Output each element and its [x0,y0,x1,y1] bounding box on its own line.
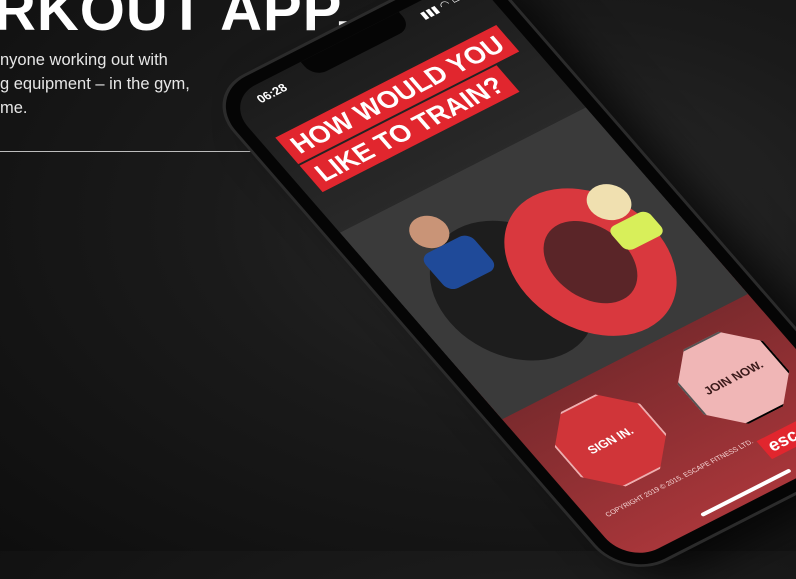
home-indicator[interactable] [699,468,792,517]
join-now-button[interactable]: JOIN NOW. [658,319,796,437]
phone-frame: 06:28 ▮▮▮ ◠ ▭ HOW WOULD YOU LIKE TO TRAI… [206,0,796,579]
phone-mockup: 06:28 ▮▮▮ ◠ ▭ HOW WOULD YOU LIKE TO TRAI… [206,0,796,579]
promo-description-line: nyone working out with [0,51,168,69]
status-time: 06:28 [253,80,291,106]
phone-screen: 06:28 ▮▮▮ ◠ ▭ HOW WOULD YOU LIKE TO TRAI… [224,0,796,564]
wifi-icon: ◠ [436,0,454,12]
status-icons: ▮▮▮ ◠ ▭ [417,0,466,22]
promo-headline: RKOUT APP. [0,0,353,43]
signal-icon: ▮▮▮ [417,3,443,22]
divider [0,151,280,152]
